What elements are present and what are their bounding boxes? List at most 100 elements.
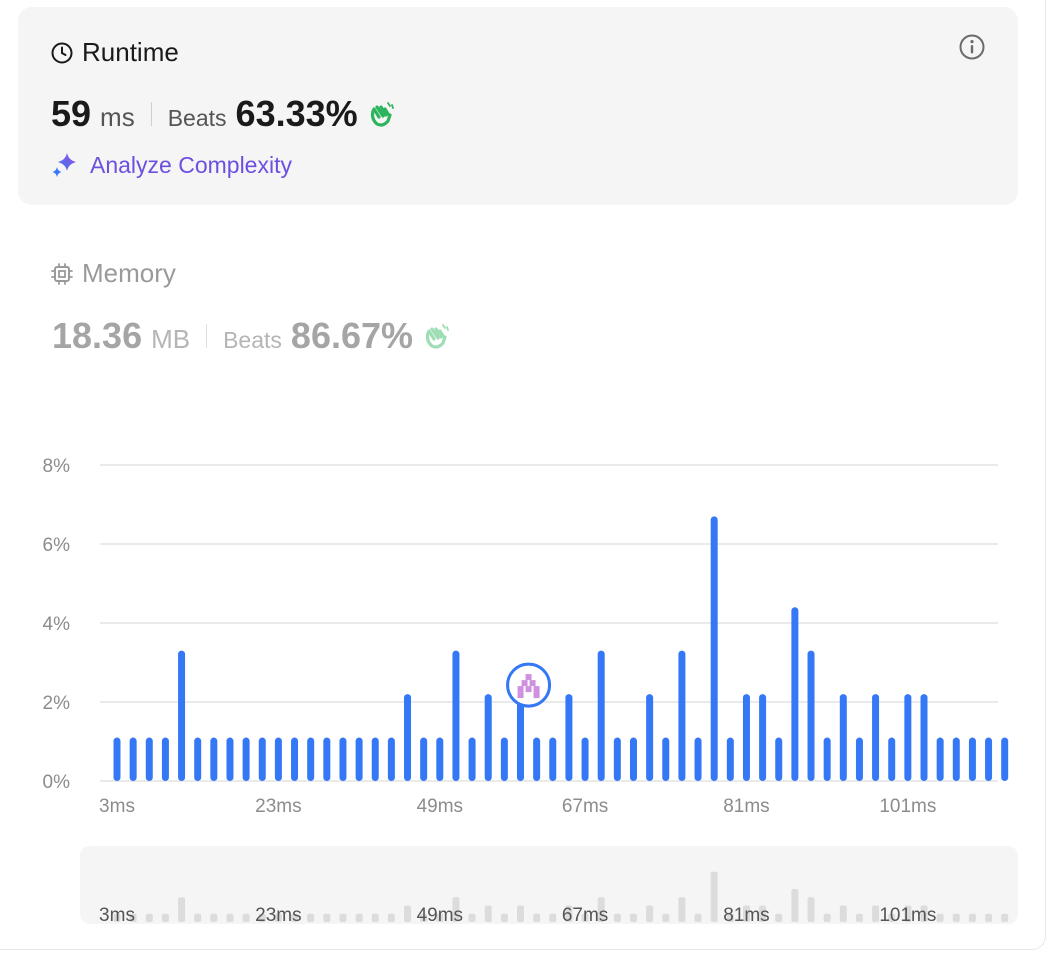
chart-bar	[129, 737, 137, 781]
chart-bar	[339, 737, 347, 781]
chart-bar	[549, 737, 557, 781]
navigator-bar	[210, 913, 218, 922]
chart-bar	[646, 694, 654, 781]
runtime-title: Runtime	[82, 37, 179, 67]
chart-bar	[323, 737, 331, 781]
navigator-tick-label: 67ms	[562, 905, 608, 924]
navigator-bar	[936, 913, 944, 922]
chart-bar	[581, 737, 589, 781]
navigator-bar	[791, 889, 799, 922]
navigator-bar	[807, 897, 815, 922]
chart-bar	[565, 694, 573, 781]
chart-bar	[775, 737, 783, 781]
navigator-bar	[629, 913, 637, 922]
divider	[150, 102, 152, 126]
navigator-bar	[694, 913, 702, 922]
navigator-bar	[710, 871, 718, 922]
clapping-hands-icon	[425, 324, 449, 349]
runtime-beats-label: Beats	[167, 105, 227, 131]
y-tick-label: 8%	[43, 456, 71, 477]
memory-value: 18.36	[52, 315, 143, 356]
info-icon[interactable]	[958, 33, 986, 61]
memory-title-row[interactable]: Memory	[50, 258, 176, 289]
chart-bar	[726, 737, 734, 781]
navigator-bar	[952, 913, 960, 922]
chart-bar	[807, 650, 815, 781]
navigator-bar	[646, 905, 654, 922]
navigator-bar	[323, 913, 331, 922]
navigator-tick-label: 23ms	[255, 905, 301, 924]
chart-bar	[710, 516, 718, 781]
x-tick-label: 23ms	[255, 796, 301, 817]
navigator-tick-label: 49ms	[417, 905, 463, 924]
chart-bar	[484, 694, 492, 781]
runtime-title-row: Runtime	[50, 37, 179, 68]
chart-bar	[274, 737, 282, 781]
chart-bar	[436, 737, 444, 781]
chart-bar	[307, 737, 315, 781]
navigator-bar	[355, 913, 363, 922]
navigator-bar	[855, 913, 863, 922]
chart-bar	[291, 737, 299, 781]
analyze-complexity-link[interactable]: Analyze Complexity	[50, 150, 292, 180]
x-tick-label: 81ms	[723, 796, 769, 817]
chip-icon	[51, 262, 73, 285]
chart-bar	[242, 737, 250, 781]
chart-bar	[258, 737, 266, 781]
runtime-card[interactable]: Runtime 59 ms Beats 63.33% Analyze Compl…	[18, 7, 1018, 205]
chart-bar	[904, 694, 912, 781]
runtime-unit: ms	[100, 102, 135, 132]
navigator-bar	[339, 913, 347, 922]
navigator-bar	[387, 913, 395, 922]
chart-bar	[839, 694, 847, 781]
chart-bar	[194, 737, 202, 781]
chart-bar	[404, 694, 412, 781]
chart-bar	[888, 737, 896, 781]
chart-bar	[500, 737, 508, 781]
navigator-bar	[178, 897, 186, 922]
chart-bar	[210, 737, 218, 781]
navigator-bar	[678, 897, 686, 922]
y-tick-label: 6%	[43, 535, 71, 556]
memory-beats-value: 86.67%	[290, 315, 414, 356]
navigator-bar	[242, 913, 250, 922]
runtime-metric-row: 59 ms Beats 63.33%	[51, 93, 396, 135]
chart-bar	[178, 650, 186, 781]
chart-bar	[791, 607, 799, 781]
chart-bar	[985, 737, 993, 781]
navigator-bar	[226, 913, 234, 922]
memory-beats-label: Beats	[223, 327, 282, 353]
range-navigator-chart[interactable]: 3ms 23ms 49ms 67ms 81ms 101ms	[80, 846, 1018, 924]
navigator-bar	[549, 913, 557, 922]
chart-bar	[629, 737, 637, 781]
chart-bar	[517, 694, 524, 781]
navigator-bar	[872, 905, 880, 922]
chart-bar	[145, 737, 153, 781]
runtime-distribution-chart[interactable]: 0% 2% 4% 6% 8% 3ms 23ms 49ms 67ms 81ms 101ms	[0, 440, 1062, 840]
navigator-bar	[613, 913, 621, 922]
memory-metric-row[interactable]: 18.36 MB Beats 86.67%	[52, 315, 451, 357]
chart-bar	[597, 650, 605, 781]
chart-bar	[468, 737, 476, 781]
chart-bar	[613, 737, 621, 781]
chart-bar	[662, 737, 670, 781]
navigator-bar	[307, 913, 315, 922]
chart-bar	[226, 737, 234, 781]
navigator-bar	[533, 913, 541, 922]
navigator-bar	[985, 913, 993, 922]
chart-bar	[920, 694, 928, 781]
navigator-tick-label: 3ms	[99, 905, 135, 924]
navigator-bar	[839, 905, 847, 922]
chart-bar	[823, 737, 831, 781]
avatar-icon[interactable]	[506, 662, 552, 708]
chart-bar	[742, 694, 750, 781]
chart-bar	[855, 737, 863, 781]
y-tick-label: 4%	[43, 614, 71, 635]
chart-bar	[952, 737, 960, 781]
memory-unit: MB	[151, 324, 191, 354]
y-tick-label: 0%	[43, 772, 71, 793]
navigator-bar	[371, 913, 379, 922]
runtime-value: 59	[51, 93, 92, 134]
memory-title: Memory	[82, 258, 176, 288]
x-tick-label: 67ms	[562, 796, 608, 817]
